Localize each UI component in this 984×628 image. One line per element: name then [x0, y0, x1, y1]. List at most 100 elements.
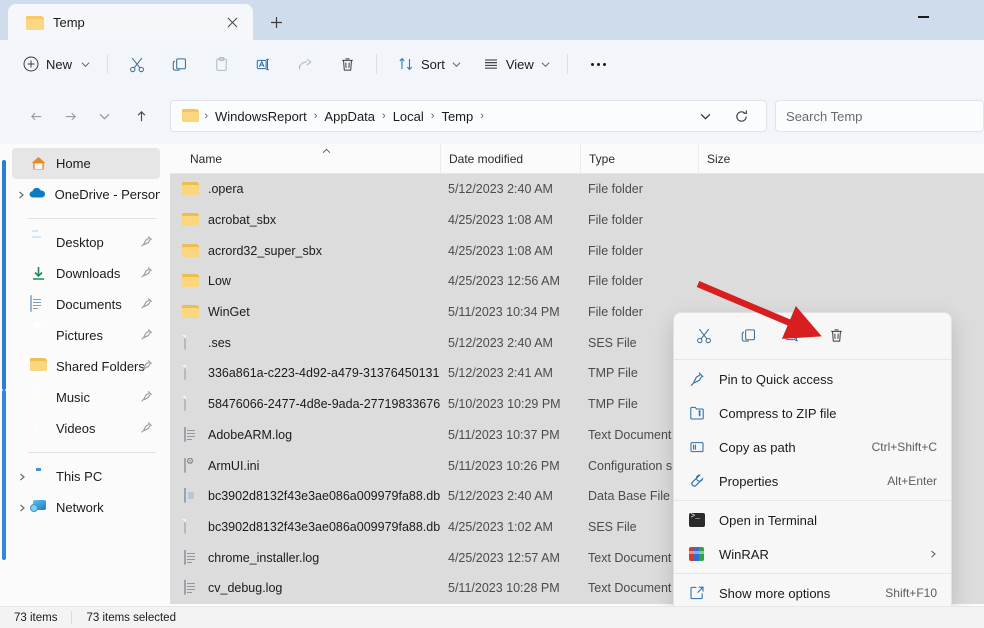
folder-icon — [182, 181, 199, 197]
pin-icon[interactable] — [140, 390, 153, 403]
column-header-date-modified[interactable]: Date modified — [440, 143, 580, 174]
context-rename-button[interactable] — [772, 319, 812, 351]
delete-button[interactable] — [329, 48, 365, 80]
sidebar-item-onedrive[interactable]: OneDrive - Persona — [12, 179, 160, 210]
context-item-copy-as-path[interactable]: Copy as path Ctrl+Shift+C — [674, 430, 951, 464]
table-row[interactable]: Low 4/25/2023 12:56 AM File folder — [170, 266, 984, 297]
tab-temp[interactable]: Temp — [8, 4, 253, 40]
see-more-button[interactable] — [582, 48, 616, 80]
file-date-cell: 5/12/2023 2:41 AM — [448, 366, 553, 381]
sort-button[interactable]: Sort — [389, 48, 470, 80]
breadcrumb-appdata[interactable]: AppData — [318, 105, 381, 128]
new-tab-button[interactable] — [262, 8, 290, 36]
context-item-winrar[interactable]: WinRAR — [674, 537, 951, 571]
sidebar-item-network[interactable]: Network — [12, 492, 160, 523]
copy-button[interactable] — [161, 48, 197, 80]
forward-button[interactable] — [56, 101, 86, 131]
expand-chevron-icon[interactable] — [14, 191, 29, 199]
breadcrumb-temp[interactable]: Temp — [435, 105, 479, 128]
breadcrumb-windowsreport[interactable]: WindowsReport — [209, 105, 313, 128]
sidebar-item-this-pc[interactable]: This PC — [12, 461, 160, 492]
pin-icon[interactable] — [140, 328, 153, 341]
context-item-show-more-options[interactable]: Show more options Shift+F10 — [674, 576, 951, 610]
file-name: chrome_installer.log — [208, 550, 320, 565]
column-label: Name — [190, 151, 223, 166]
sidebar-item-desktop[interactable]: Desktop — [12, 227, 160, 258]
context-item-compress-to-zip[interactable]: Compress to ZIP file — [674, 396, 951, 430]
up-button[interactable] — [126, 101, 156, 131]
new-button[interactable]: New — [14, 48, 99, 80]
address-bar[interactable]: › WindowsReport › AppData › Local › Temp… — [170, 100, 768, 132]
view-button[interactable]: View — [474, 48, 559, 80]
file-name: ArmUI.ini — [208, 458, 260, 473]
sidebar-item-label: Desktop — [56, 235, 104, 250]
column-label: Type — [589, 151, 616, 166]
paste-button[interactable] — [203, 48, 239, 80]
context-item-label: Compress to ZIP file — [719, 405, 837, 421]
table-row[interactable]: acrobat_sbx 4/25/2023 1:08 AM File folder — [170, 204, 984, 236]
table-row[interactable]: acrord32_super_sbx 4/25/2023 1:08 AM File … — [170, 235, 984, 267]
recent-locations-button[interactable] — [90, 101, 120, 131]
sidebar-item-music[interactable]: Music — [12, 382, 160, 413]
copy-path-icon — [688, 439, 705, 456]
file-name: Low — [208, 274, 231, 289]
share-button[interactable] — [287, 48, 323, 80]
sidebar-scrollbar[interactable] — [2, 160, 6, 390]
column-header-size[interactable]: Size — [698, 143, 778, 174]
pin-icon[interactable] — [140, 359, 153, 372]
breadcrumb-local[interactable]: Local — [387, 105, 430, 128]
column-headers: Name Date modified Type Size — [170, 143, 984, 174]
chevron-down-icon — [99, 113, 110, 120]
sidebar-item-home[interactable]: Home — [12, 148, 160, 179]
sidebar-item-videos[interactable]: Videos — [12, 413, 160, 444]
sidebar-item-shared-folders[interactable]: Shared Folders — [12, 351, 160, 382]
cut-button[interactable] — [119, 48, 155, 80]
address-bar-row: › WindowsReport › AppData › Local › Temp… — [0, 88, 984, 144]
table-row[interactable]: .opera 5/12/2023 2:40 AM File folder — [170, 174, 984, 205]
arrow-right-icon — [66, 112, 77, 120]
minimize-button[interactable] — [900, 4, 946, 30]
folder-icon — [182, 109, 200, 123]
context-item-pin-to-quick-access[interactable]: Pin to Quick access — [674, 362, 951, 396]
rename-button[interactable] — [245, 48, 281, 80]
context-cut-button[interactable] — [684, 319, 724, 351]
home-icon — [30, 155, 47, 172]
context-delete-button[interactable] — [816, 319, 856, 351]
file-type-cell: File folder — [588, 243, 643, 258]
pin-icon[interactable] — [140, 421, 153, 434]
divider — [566, 54, 568, 74]
address-history-button[interactable] — [690, 101, 720, 131]
pin-icon[interactable] — [140, 297, 153, 310]
column-header-type[interactable]: Type — [580, 143, 698, 174]
file-name-cell: bc3902d8132f43e3ae086a009979fa88.db — [182, 488, 440, 504]
sort-ascending-icon — [322, 148, 331, 153]
search-input[interactable]: Search Temp — [786, 109, 862, 124]
refresh-button[interactable] — [726, 101, 756, 131]
pin-icon[interactable] — [140, 235, 153, 248]
expand-chevron-icon[interactable] — [14, 504, 30, 512]
back-button[interactable] — [22, 101, 52, 131]
file-name: .ses — [208, 335, 231, 350]
folder-icon — [26, 15, 44, 30]
column-header-name[interactable]: Name — [182, 144, 440, 174]
close-icon[interactable] — [219, 9, 245, 35]
context-copy-button[interactable] — [728, 319, 768, 351]
sidebar-item-downloads[interactable]: Downloads — [12, 258, 160, 289]
context-item-properties[interactable]: Properties Alt+Enter — [674, 464, 951, 498]
blank-file-icon — [182, 365, 199, 381]
properties-icon — [688, 473, 705, 490]
copy-icon — [172, 57, 186, 71]
search-box[interactable]: Search Temp — [775, 100, 984, 132]
file-name: 336a861a-c223-4d92-a479-31376450131e.... — [208, 366, 440, 381]
sidebar-item-pictures[interactable]: Pictures — [12, 320, 160, 351]
status-bar: 73 items 73 items selected — [0, 606, 984, 628]
column-label: Date modified — [449, 151, 524, 166]
new-button-label: New — [46, 56, 73, 72]
pin-icon[interactable] — [140, 266, 153, 279]
context-item-open-in-terminal[interactable]: Open in Terminal — [674, 503, 951, 537]
sidebar-scrollbar-lower[interactable] — [2, 390, 6, 560]
sidebar-item-documents[interactable]: Documents — [12, 289, 160, 320]
expand-chevron-icon[interactable] — [14, 473, 30, 481]
sidebar-item-label: Videos — [56, 421, 96, 436]
file-date-cell: 5/11/2023 10:37 PM — [448, 427, 560, 442]
